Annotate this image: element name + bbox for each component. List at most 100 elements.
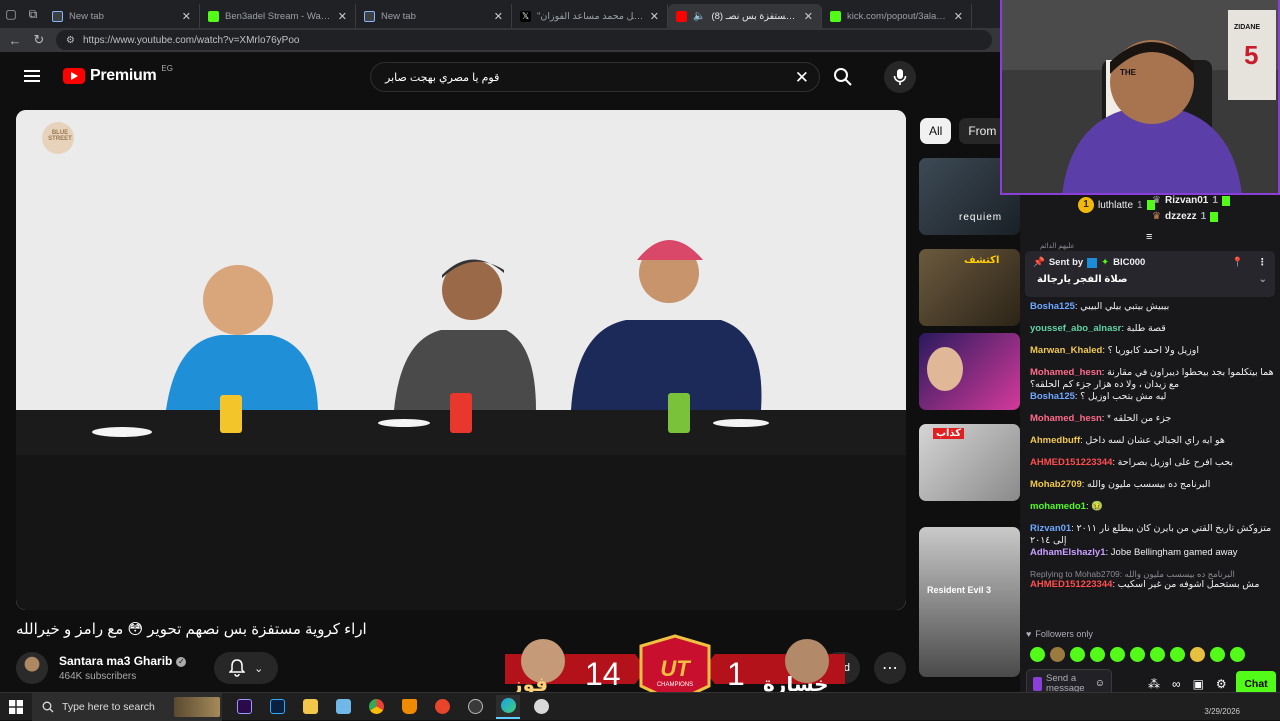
emote-icon[interactable]	[1090, 647, 1105, 662]
taskbar-search[interactable]: Type here to search	[32, 692, 222, 721]
back-icon[interactable]: ←	[8, 33, 22, 48]
emote-icon[interactable]	[1210, 647, 1225, 662]
emote-icon[interactable]	[1110, 647, 1125, 662]
emote-icon[interactable]	[1230, 647, 1245, 662]
chip-from[interactable]: From	[959, 118, 1000, 144]
search-button[interactable]	[825, 62, 861, 92]
expand-pinned-icon[interactable]: ⌄	[1259, 274, 1267, 285]
voice-search-button[interactable]	[884, 61, 916, 93]
reply-context[interactable]: Replying to Mohab2709: البرنامج ده بيسسب…	[1030, 569, 1275, 579]
site-info-icon[interactable]: ⚙	[66, 35, 75, 46]
search-box[interactable]: قوم يا مصري بهجت صابر ✕	[370, 62, 820, 92]
chat-message: Replying to Mohab2709: البرنامج ده بيسسب…	[1030, 569, 1275, 591]
chat-username[interactable]: Ahmedbuff	[1030, 435, 1080, 446]
chrome-app-icon[interactable]	[364, 695, 388, 719]
chat-username[interactable]: AHMED151223344	[1030, 457, 1112, 468]
crown-icon: ♛	[1152, 195, 1161, 206]
browser-tab[interactable]: New tab ✕	[356, 4, 512, 28]
more-actions-button[interactable]: ⋯	[874, 652, 906, 684]
close-tab-icon[interactable]: ✕	[494, 10, 503, 23]
channel-name[interactable]: Santara ma3 Gharib	[59, 654, 172, 668]
pinned-message[interactable]: 📌 Sent by ✦ BIC000 📍 ⋮ صلاة الفجر يارجال…	[1025, 251, 1275, 297]
emote-icon[interactable]	[1170, 647, 1185, 662]
browser-tab[interactable]: New tab ✕	[44, 4, 200, 28]
pinned-sender-label: Sent by	[1048, 257, 1084, 268]
new-tab-icon	[364, 10, 375, 22]
browser-tab-active[interactable]: 🔈 (8) اراء كروية مستفزة بس نصـ ✕	[668, 4, 822, 28]
browser-tab[interactable]: kick.com/popout/3alawyhd/ ✕	[822, 4, 972, 28]
start-button[interactable]	[0, 699, 32, 714]
close-tab-icon[interactable]: ✕	[182, 10, 191, 23]
url-field[interactable]: ⚙ https://www.youtube.com/watch?v=XMrlo7…	[56, 30, 992, 50]
chat-text: ليه مش بتحب اوزيل ؟	[1080, 391, 1167, 402]
window-menu-icon[interactable]: ▢	[0, 0, 22, 28]
jersey-name: ZIDANE	[1234, 24, 1261, 31]
recommended-video-thumbnail[interactable]: اكتشف	[919, 249, 1020, 326]
emote-icon[interactable]	[1150, 647, 1165, 662]
close-tab-icon[interactable]: ✕	[338, 10, 347, 23]
chat-link-icon[interactable]: ∞	[1172, 677, 1181, 691]
vlc-app-icon[interactable]	[397, 695, 421, 719]
browser-tab[interactable]: Ben3adel Stream - Watch Live on ✕	[200, 4, 356, 28]
channel-name-wrap[interactable]: Santara ma3 Gharib ✓	[59, 654, 187, 668]
notepad-app-icon[interactable]	[331, 695, 355, 719]
photoshop-app-icon[interactable]	[265, 695, 289, 719]
chat-username[interactable]: Marwan_Khaled	[1030, 345, 1102, 356]
file-explorer-icon[interactable]	[298, 695, 322, 719]
pinned-header: 📌 Sent by ✦ BIC000 📍 ⋮	[1033, 257, 1267, 268]
chat-username[interactable]: mohamedo1	[1030, 501, 1086, 512]
chat-username[interactable]: AHMED151223344	[1030, 579, 1112, 590]
recommended-video-thumbnail[interactable]: Resident Evil 3	[919, 527, 1020, 677]
emote-icon[interactable]	[1070, 647, 1085, 662]
pin-icon: 📌	[1033, 257, 1045, 268]
close-tab-icon[interactable]: ✕	[804, 10, 813, 23]
chat-message: Mohamed_hesn: جزء من الحلقه *	[1030, 413, 1275, 435]
premiere-app-icon[interactable]	[232, 695, 256, 719]
emote-icon[interactable]	[1030, 647, 1045, 662]
search-input[interactable]: قوم يا مصري بهجت صابر	[385, 71, 499, 84]
emoji-picker-icon[interactable]: ☺	[1095, 679, 1105, 689]
clear-search-icon[interactable]: ✕	[795, 68, 809, 88]
tab-label: Ben3adel Stream - Watch Live on	[225, 10, 332, 22]
pinned-sender: BIC000	[1113, 257, 1146, 268]
obs-app-icon[interactable]	[463, 695, 487, 719]
close-tab-icon[interactable]: ✕	[954, 10, 963, 23]
chat-username[interactable]: Bosha125	[1030, 301, 1075, 312]
emote-icon[interactable]	[1190, 647, 1205, 662]
leaderboard-count: 1	[1200, 211, 1207, 222]
hamburger-menu-icon[interactable]	[24, 70, 40, 82]
mute-icon[interactable]: 🔈	[693, 11, 705, 22]
pinned-more-icon[interactable]: ⋮	[1258, 257, 1268, 268]
unpin-icon[interactable]: 📍	[1232, 257, 1244, 268]
channel-avatar[interactable]	[16, 652, 48, 684]
chat-username[interactable]: AdhamElshazly1	[1030, 547, 1106, 558]
recommended-video-thumbnail[interactable]	[919, 333, 1020, 410]
streamer-webcam: THE ZIDANE 5	[1000, 0, 1280, 195]
chat-username[interactable]: Mohab2709	[1030, 479, 1082, 490]
media-app-icon[interactable]	[430, 695, 454, 719]
chat-username[interactable]: Bosha125	[1030, 391, 1075, 402]
chat-username[interactable]: Rizvan01	[1030, 523, 1071, 534]
chat-gift-icon[interactable]: ▣	[1193, 677, 1204, 691]
reload-icon[interactable]: ↻	[32, 32, 46, 48]
thumbnail-face	[927, 347, 963, 391]
chat-text: Jobe Bellingham gamed away	[1110, 547, 1238, 558]
emote-icon[interactable]	[1050, 647, 1065, 662]
collapse-leaderboard-icon[interactable]: ≡	[1146, 231, 1152, 243]
youtube-logo[interactable]: Premium EG	[63, 64, 173, 85]
chat-username[interactable]: Mohamed_hesn	[1030, 367, 1102, 378]
tab-actions-icon[interactable]: ⧉	[22, 0, 44, 28]
edge-app-icon[interactable]	[496, 694, 520, 719]
emote-icon[interactable]	[1130, 647, 1145, 662]
subscription-bell-button[interactable]: ⌄	[214, 652, 278, 684]
browser-tab[interactable]: 𝕏 "هل محمد مساعد الفوزان on X ✕	[512, 4, 668, 28]
chat-settings-icon[interactable]: ⚙	[1216, 677, 1227, 691]
app-icon[interactable]	[529, 695, 553, 719]
chat-username[interactable]: youssef_abo_alnasr	[1030, 323, 1121, 334]
video-player[interactable]: BLUE STREET	[16, 110, 906, 610]
close-tab-icon[interactable]: ✕	[650, 10, 659, 23]
chip-all[interactable]: All	[920, 118, 952, 144]
recommended-video-thumbnail[interactable]: كذاب	[919, 424, 1020, 501]
quick-emotes-icon[interactable]: ⁂	[1148, 677, 1160, 691]
chat-username[interactable]: Mohamed_hesn	[1030, 413, 1102, 424]
